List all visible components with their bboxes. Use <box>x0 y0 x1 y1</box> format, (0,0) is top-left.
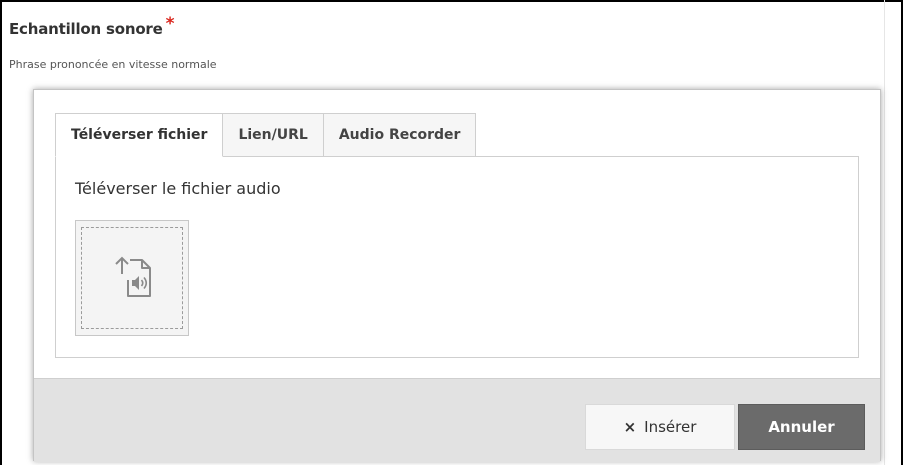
audio-file-upload-icon <box>115 256 151 297</box>
divider <box>884 0 885 465</box>
upload-dropzone[interactable] <box>75 220 189 336</box>
field-title: Echantillon sonore * <box>9 14 175 39</box>
tab-audio-recorder[interactable]: Audio Recorder <box>323 113 477 157</box>
required-marker: * <box>165 14 175 34</box>
tab-link-url[interactable]: Lien/URL <box>223 113 324 157</box>
panel-heading: Téléverser le fichier audio <box>75 179 281 198</box>
audio-dialog: Téléverser fichier Lien/URL Audio Record… <box>33 89 881 462</box>
close-icon: × <box>623 418 637 436</box>
insert-button-label: Insérer <box>644 418 697 436</box>
tab-panel-upload: Téléverser le fichier audio <box>55 156 859 358</box>
field-title-text: Echantillon sonore <box>9 20 163 38</box>
upload-dropzone-border <box>81 227 183 329</box>
insert-button[interactable]: × Insérer <box>585 404 735 450</box>
tab-bar: Téléverser fichier Lien/URL Audio Record… <box>55 113 477 157</box>
dialog-footer: × Insérer Annuler <box>34 378 880 462</box>
cancel-button[interactable]: Annuler <box>738 404 865 450</box>
tab-upload-file[interactable]: Téléverser fichier <box>55 113 224 157</box>
field-description: Phrase prononcée en vitesse normale <box>9 58 217 71</box>
